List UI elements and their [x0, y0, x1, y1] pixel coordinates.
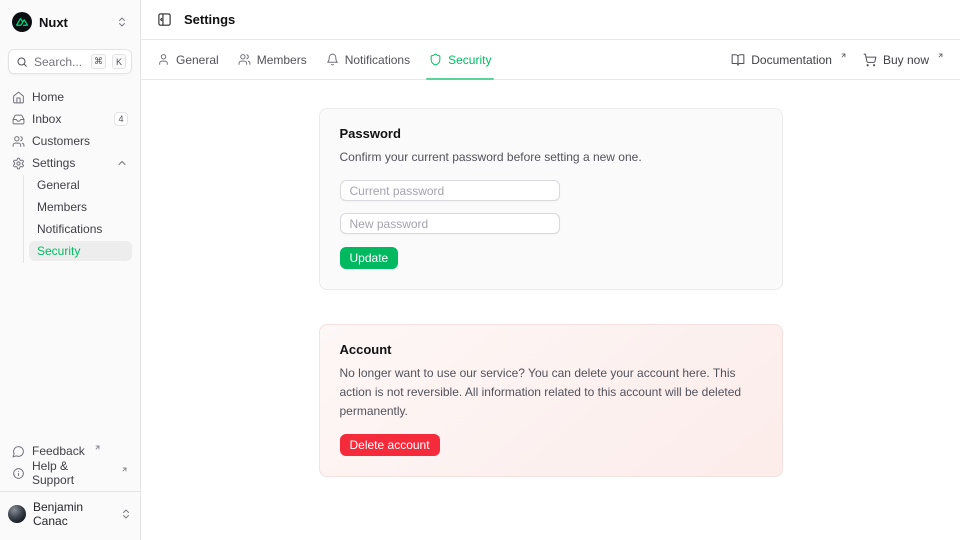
account-card: Account No longer want to use our servic… [319, 324, 783, 477]
sidebar-item-label: General [37, 178, 80, 192]
book-icon [731, 53, 745, 67]
user-icon [157, 53, 170, 66]
info-circle-icon [12, 467, 25, 480]
buy-now-link[interactable]: Buy now [863, 53, 944, 67]
delete-account-button[interactable]: Delete account [340, 434, 440, 456]
tab-members[interactable]: Members [238, 40, 307, 79]
sidebar-footer: Feedback Help & Support [8, 441, 132, 491]
sidebar-item-label: Settings [32, 156, 75, 170]
footer-link-label: Help & Support [32, 459, 112, 487]
password-card: Password Confirm your current password b… [319, 108, 783, 290]
update-button[interactable]: Update [340, 247, 399, 269]
tab-security[interactable]: Security [429, 40, 491, 79]
external-link-icon [121, 466, 128, 473]
external-link-icon [94, 444, 101, 451]
page-header: Settings [141, 0, 960, 40]
panel-left-close-icon [157, 12, 172, 27]
workspace-name: Nuxt [39, 15, 109, 30]
home-icon [12, 91, 25, 104]
header-link-label: Buy now [883, 53, 929, 67]
tab-label: Security [448, 53, 491, 67]
settings-subnav: General Members Notifications Security [23, 175, 132, 263]
search-icon [16, 56, 28, 68]
kbd-k: K [112, 54, 126, 69]
password-card-description: Confirm your current password before set… [340, 148, 762, 167]
app-window: Nuxt Search... ⌘ K Home Inbox 4 Customer… [0, 0, 960, 540]
chevrons-up-down-icon [120, 508, 132, 520]
tab-label: Notifications [345, 53, 410, 67]
documentation-link[interactable]: Documentation [731, 53, 847, 67]
sidebar: Nuxt Search... ⌘ K Home Inbox 4 Customer… [0, 0, 141, 540]
bell-icon [326, 53, 339, 66]
sidebar-item-home[interactable]: Home [8, 87, 132, 107]
sidebar-item-label: Security [37, 244, 80, 258]
gear-icon [12, 157, 25, 170]
sidebar-item-customers[interactable]: Customers [8, 131, 132, 151]
sidebar-toggle-button[interactable] [157, 12, 172, 27]
users-icon [238, 53, 251, 66]
settings-security-panel: Password Confirm your current password b… [141, 81, 960, 540]
external-link-icon [937, 52, 944, 59]
cart-icon [863, 53, 877, 67]
sidebar-item-members[interactable]: Members [29, 197, 132, 217]
tab-label: Members [257, 53, 307, 67]
header-link-label: Documentation [751, 53, 832, 67]
sidebar-item-label: Customers [32, 134, 90, 148]
kbd-cmd: ⌘ [91, 54, 106, 69]
sidebar-item-inbox[interactable]: Inbox 4 [8, 109, 132, 129]
feedback-link[interactable]: Feedback [8, 441, 132, 461]
sidebar-item-settings[interactable]: Settings [8, 153, 132, 173]
account-card-description: No longer want to use our service? You c… [340, 364, 762, 421]
search-placeholder: Search... [34, 55, 85, 69]
sidebar-item-label: Members [37, 200, 87, 214]
avatar [8, 505, 26, 523]
tab-bar: General Members Notifications Security [141, 40, 960, 80]
account-card-title: Account [340, 342, 762, 357]
tab-general[interactable]: General [157, 40, 219, 79]
workspace-switcher[interactable]: Nuxt [8, 8, 132, 36]
page-title: Settings [184, 12, 235, 27]
nuxt-logo-icon [12, 12, 32, 32]
footer-link-label: Feedback [32, 444, 85, 458]
chat-bubble-icon [12, 445, 25, 458]
sidebar-item-label: Home [32, 90, 64, 104]
user-name: Benjamin Canac [33, 500, 113, 528]
tabs: General Members Notifications Security [157, 40, 491, 79]
sidebar-item-general[interactable]: General [29, 175, 132, 195]
help-support-link[interactable]: Help & Support [8, 463, 132, 483]
password-card-title: Password [340, 126, 762, 141]
tab-notifications[interactable]: Notifications [326, 40, 410, 79]
inbox-count-badge: 4 [114, 112, 128, 126]
user-menu[interactable]: Benjamin Canac [0, 491, 140, 532]
sidebar-item-notifications[interactable]: Notifications [29, 219, 132, 239]
chevrons-up-down-icon [116, 16, 128, 28]
sidebar-item-security[interactable]: Security [29, 241, 132, 261]
inbox-icon [12, 113, 25, 126]
users-icon [12, 135, 25, 148]
search-input[interactable]: Search... ⌘ K [8, 49, 132, 74]
shield-icon [429, 53, 442, 66]
sidebar-nav: Home Inbox 4 Customers Settings General [8, 87, 132, 263]
external-link-icon [840, 52, 847, 59]
main-area: Settings General Members Notifications [141, 0, 960, 540]
new-password-field[interactable] [340, 213, 560, 234]
header-links: Documentation Buy now [731, 53, 944, 67]
tab-label: General [176, 53, 219, 67]
chevron-up-icon [116, 157, 128, 169]
current-password-field[interactable] [340, 180, 560, 201]
sidebar-item-label: Notifications [37, 222, 102, 236]
sidebar-item-label: Inbox [32, 112, 61, 126]
